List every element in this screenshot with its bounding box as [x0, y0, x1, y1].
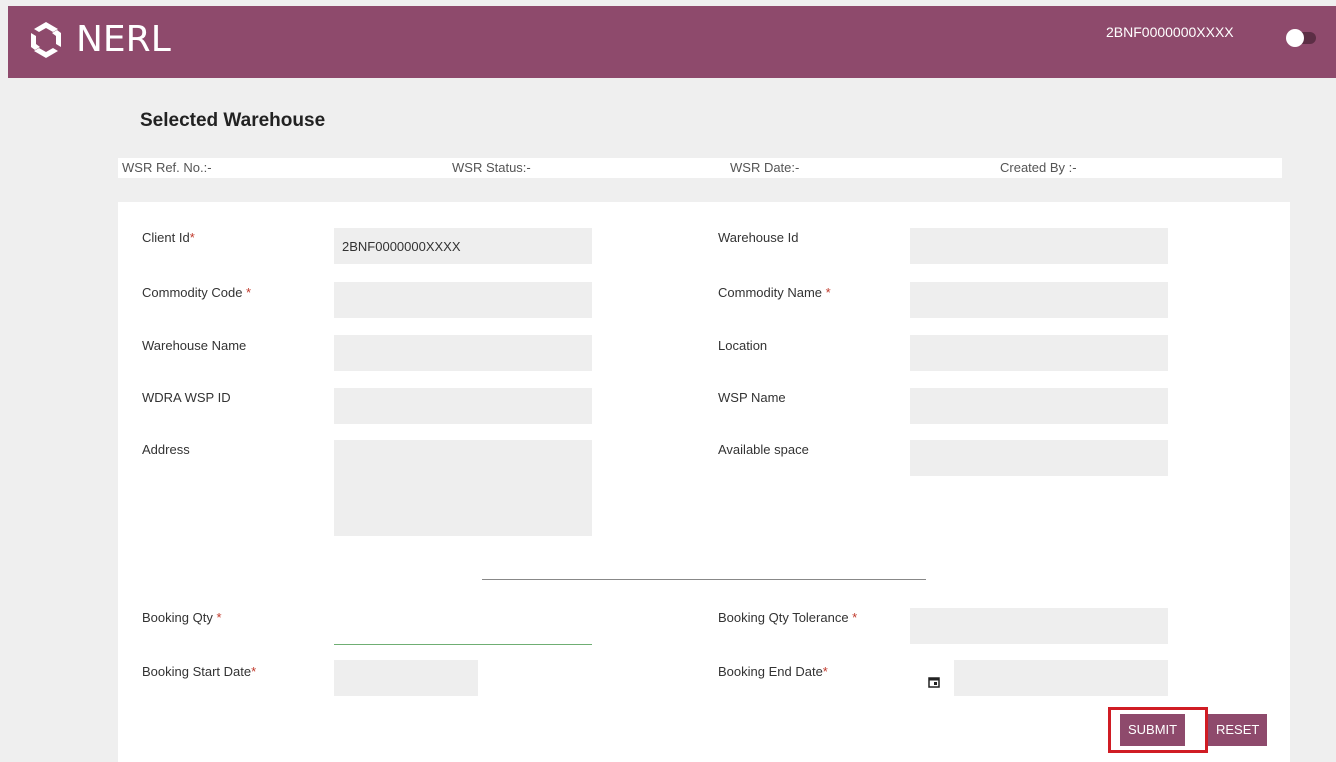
available-space-label: Available space [718, 442, 809, 457]
wsr-meta-strip: WSR Ref. No.:- WSR Status:- WSR Date:- C… [118, 158, 1282, 178]
wdra-wsp-id-label: WDRA WSP ID [142, 390, 231, 405]
location-field[interactable] [910, 335, 1168, 371]
nerl-logo-icon [31, 22, 61, 58]
wsp-name-field[interactable] [910, 388, 1168, 424]
user-id: 2BNF0000000XXXX [1106, 24, 1234, 40]
booking-qty-label: Booking Qty * [142, 610, 222, 625]
available-space-field[interactable] [910, 440, 1168, 476]
client-id-field[interactable]: 2BNF0000000XXXX [334, 228, 592, 264]
commodity-code-field[interactable] [334, 282, 592, 318]
wsp-name-label: WSP Name [718, 390, 786, 405]
booking-qty-tolerance-field[interactable] [910, 608, 1168, 644]
theme-toggle[interactable] [1286, 29, 1316, 47]
address-label: Address [142, 442, 190, 457]
warehouse-id-field[interactable] [910, 228, 1168, 264]
client-id-label: Client Id* [142, 230, 195, 245]
booking-form: Client Id* 2BNF0000000XXXX Warehouse Id … [118, 202, 1290, 762]
created-by: Created By :- [1000, 160, 1077, 175]
warehouse-name-label: Warehouse Name [142, 338, 247, 353]
reset-button[interactable]: RESET [1208, 714, 1268, 746]
commodity-code-label: Commodity Code * [142, 285, 252, 300]
address-field[interactable] [334, 440, 592, 536]
booking-end-date-field[interactable] [954, 660, 1168, 696]
page-title: Selected Warehouse [140, 110, 326, 131]
toggle-knob[interactable] [1286, 29, 1304, 47]
wsr-status: WSR Status:- [452, 160, 531, 175]
booking-qty-tolerance-label: Booking Qty Tolerance * [718, 610, 858, 625]
warehouse-id-label: Warehouse Id [718, 230, 799, 245]
app-header: NERL 2BNF0000000XXXX [8, 6, 1336, 78]
booking-start-date-field[interactable] [334, 660, 478, 696]
calendar-icon[interactable] [928, 676, 940, 688]
section-divider [482, 579, 926, 580]
brand-name: NERL [76, 19, 171, 60]
wsr-ref-no: WSR Ref. No.:- [122, 160, 212, 175]
commodity-name-field[interactable] [910, 282, 1168, 318]
commodity-name-label: Commodity Name * [718, 285, 831, 300]
warehouse-name-field[interactable] [334, 335, 592, 371]
booking-qty-input[interactable] [334, 608, 592, 645]
booking-end-date-label: Booking End Date* [718, 664, 828, 679]
submit-button[interactable]: SUBMIT [1120, 714, 1186, 746]
wsr-date: WSR Date:- [730, 160, 800, 175]
wdra-wsp-id-field[interactable] [334, 388, 592, 424]
booking-start-date-label: Booking Start Date* [142, 664, 257, 679]
location-label: Location [718, 338, 768, 353]
